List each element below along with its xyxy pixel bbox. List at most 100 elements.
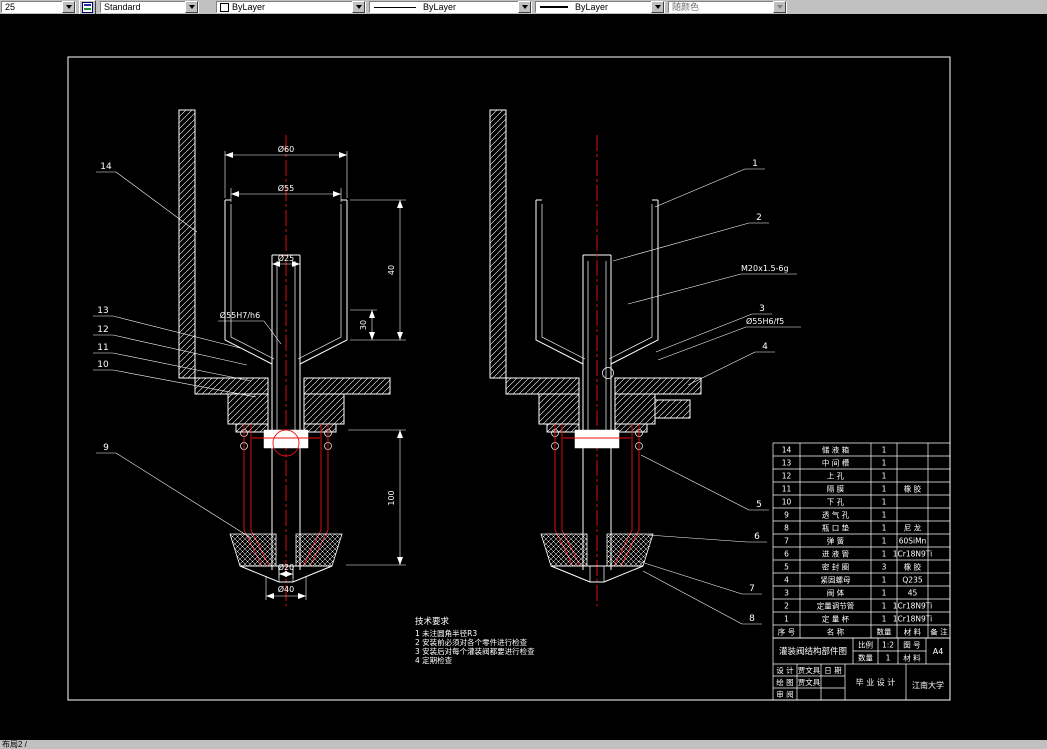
bom-cell: 1 (882, 446, 887, 455)
drawing-area[interactable]: Ø60 Ø55 Ø25 Ø55H7/h6 40 30 100 Ø20 Ø40 M… (0, 14, 1047, 740)
left-view: Ø60 Ø55 Ø25 Ø55H7/h6 40 30 100 Ø20 Ø40 (178, 109, 406, 607)
callout-leader (115, 452, 252, 539)
lineweight-combo-arrow[interactable] (651, 1, 664, 13)
plotstyle-combo[interactable]: 随颜色 (668, 1, 787, 13)
callout-leader (642, 570, 743, 625)
callout-label: 6 (754, 532, 760, 542)
callout-leader (637, 560, 743, 595)
bom-cell: 1Cr18N9Ti (893, 550, 932, 559)
lock-nut-section (654, 399, 691, 419)
bom-cell: 9 (784, 511, 789, 520)
dim-d20: Ø20 (278, 562, 294, 572)
lineweight-combo[interactable]: ByLayer (535, 1, 665, 13)
bom-cell: 7 (784, 537, 789, 546)
bom-header: 材 料 (904, 627, 922, 637)
layer-combo-arrow[interactable] (62, 1, 75, 13)
bom-cell: 1 (882, 537, 887, 546)
tech-requirement-item: 4 定期检查 (415, 655, 453, 665)
callout-leader (640, 454, 750, 511)
callout-label: 2 (756, 213, 762, 223)
cad-window: { "palette": { "canvas_bg": "#000000", "… (0, 0, 1047, 749)
linetype-icon (374, 6, 416, 8)
bom-cell: 1 (882, 589, 887, 598)
dim-d25: Ø25 (278, 253, 294, 263)
bom-cell: 12 (782, 472, 792, 481)
lineweight-combo-value: ByLayer (575, 2, 609, 12)
tech-requirement-item: 2 安装前必须对各个零件进行检查 (415, 637, 528, 647)
qty-label: 数量 (858, 653, 873, 663)
bom-cell: 3 (784, 589, 789, 598)
bom-cell: 14 (782, 446, 792, 455)
linetype-combo-arrow[interactable] (518, 1, 531, 13)
bom-cell: 1 (882, 550, 887, 559)
plotstyle-combo-value: 随颜色 (672, 2, 700, 12)
layer-combo-value: 25 (5, 2, 16, 12)
color-combo-arrow[interactable] (352, 1, 365, 13)
bom-cell: 1 (882, 615, 887, 624)
right-view-annotations: M20x1.5-6g Ø55H6/f5 (627, 264, 801, 361)
bom-cell: 紧固螺母 (821, 575, 851, 585)
callout-label: 5 (756, 500, 762, 510)
callout-leader (612, 222, 750, 262)
date-label: 日 期 (824, 666, 841, 675)
scale-label: 比例 (858, 640, 873, 650)
bom-cell: 1 (882, 524, 887, 533)
project-name: 毕 业 设 计 (856, 677, 896, 687)
bom-cell: 1 (784, 615, 789, 624)
callout-label: 11 (97, 343, 108, 353)
dim-100: 100 (387, 490, 396, 505)
bom-cell: 4 (784, 576, 789, 585)
bom-cell: 透 气 孔 (822, 510, 850, 520)
dim-d40: Ø40 (278, 584, 294, 594)
callout-label: 7 (749, 584, 755, 594)
layer-properties-button[interactable] (79, 0, 96, 15)
bom-cell: 2 (784, 602, 789, 611)
tech-requirements-title: 技术要求 (415, 616, 450, 627)
bom-cell: 11 (782, 485, 792, 494)
layout-tab[interactable]: 布局2 / (2, 740, 27, 749)
sheet-size: A4 (933, 647, 944, 656)
callout-leader (647, 534, 748, 543)
linetype-combo[interactable]: ByLayer (369, 1, 532, 13)
tech-requirement-item: 1 未注圆角半径R3 (415, 628, 477, 638)
engineering-drawing: Ø60 Ø55 Ø25 Ø55H7/h6 40 30 100 Ø20 Ø40 M… (67, 56, 951, 701)
bom-cell: 13 (782, 459, 792, 468)
callout-label: 10 (97, 360, 109, 370)
callout-label: 3 (759, 304, 765, 314)
material-label: 材 料 (903, 653, 921, 663)
draw-label: 绘 图 (776, 677, 793, 687)
qty-value: 1 (886, 654, 891, 663)
titleblock-drawing-title: 灌装阀结构部件图 (779, 646, 847, 657)
dim-fit-left: Ø55H7/h6 (220, 310, 260, 320)
color-combo-value: ByLayer (232, 2, 266, 12)
bom-cell: 密 封 圈 (822, 562, 849, 572)
color-combo[interactable]: ByLayer (216, 1, 366, 13)
bom-cell: 中 间 槽 (822, 458, 850, 468)
bom-cell: 阀 体 (827, 588, 845, 598)
bom-cell: 橡 胶 (904, 484, 922, 494)
layer-combo[interactable]: 25 (1, 1, 76, 13)
bom-cell: 1Cr18N9Ti (893, 615, 932, 624)
bom-header: 备 注 (930, 627, 948, 637)
bom-cell: 1 (882, 472, 887, 481)
text-style-combo-arrow[interactable] (185, 1, 198, 13)
chevron-down-icon (355, 5, 362, 12)
text-style-combo[interactable]: Standard (100, 1, 199, 13)
bom-cell: 5 (784, 563, 789, 572)
bom-cell: 弹 簧 (827, 536, 845, 546)
designer-name: 贾文具 (798, 665, 821, 675)
callout-leader (687, 351, 756, 386)
callout-leader (655, 313, 753, 353)
linetype-combo-value: ByLayer (423, 2, 457, 12)
dim-30: 30 (359, 320, 368, 330)
color-swatch-icon (220, 2, 229, 12)
bom-cell: 6 (784, 550, 789, 559)
bom-cell: 1 (882, 459, 887, 468)
bom-cell: 上 孔 (827, 472, 845, 481)
title-block: 灌装阀结构部件图 比例 1:2 图 号 A4 数量 1 材 料 设 计 贾文具 … (772, 637, 951, 701)
drafter-name: 贾文具 (798, 677, 821, 687)
annotation-thread: M20x1.5-6g (741, 264, 789, 273)
bom-cell: 定量调节管 (817, 601, 855, 611)
bom-cell: 1 (882, 602, 887, 611)
callout-label: 12 (97, 325, 108, 335)
